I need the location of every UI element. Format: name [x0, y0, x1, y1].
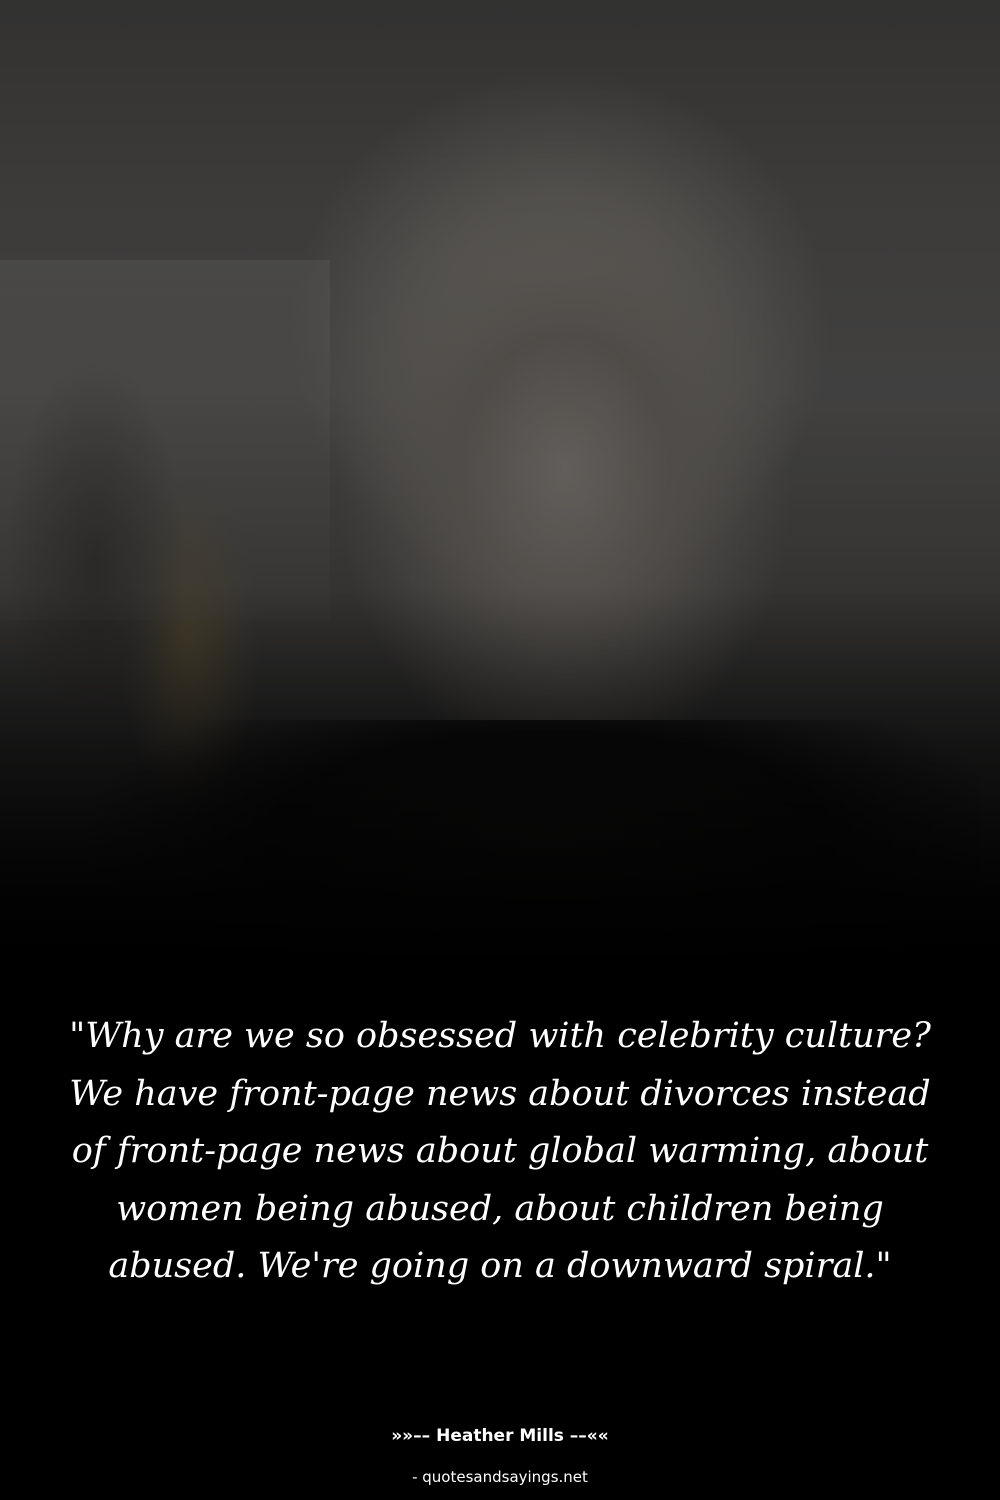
quote-card: "Why are we so obsessed with celebrity c…: [0, 0, 1000, 1500]
quote-author: »»–– Heather Mills ––««: [391, 1426, 609, 1446]
source-watermark: - quotesandsayings.net: [412, 1468, 588, 1486]
photo-fade-overlay: [0, 0, 1000, 980]
background-photo: [0, 0, 1000, 980]
quote-text: "Why are we so obsessed with celebrity c…: [69, 1016, 931, 1286]
